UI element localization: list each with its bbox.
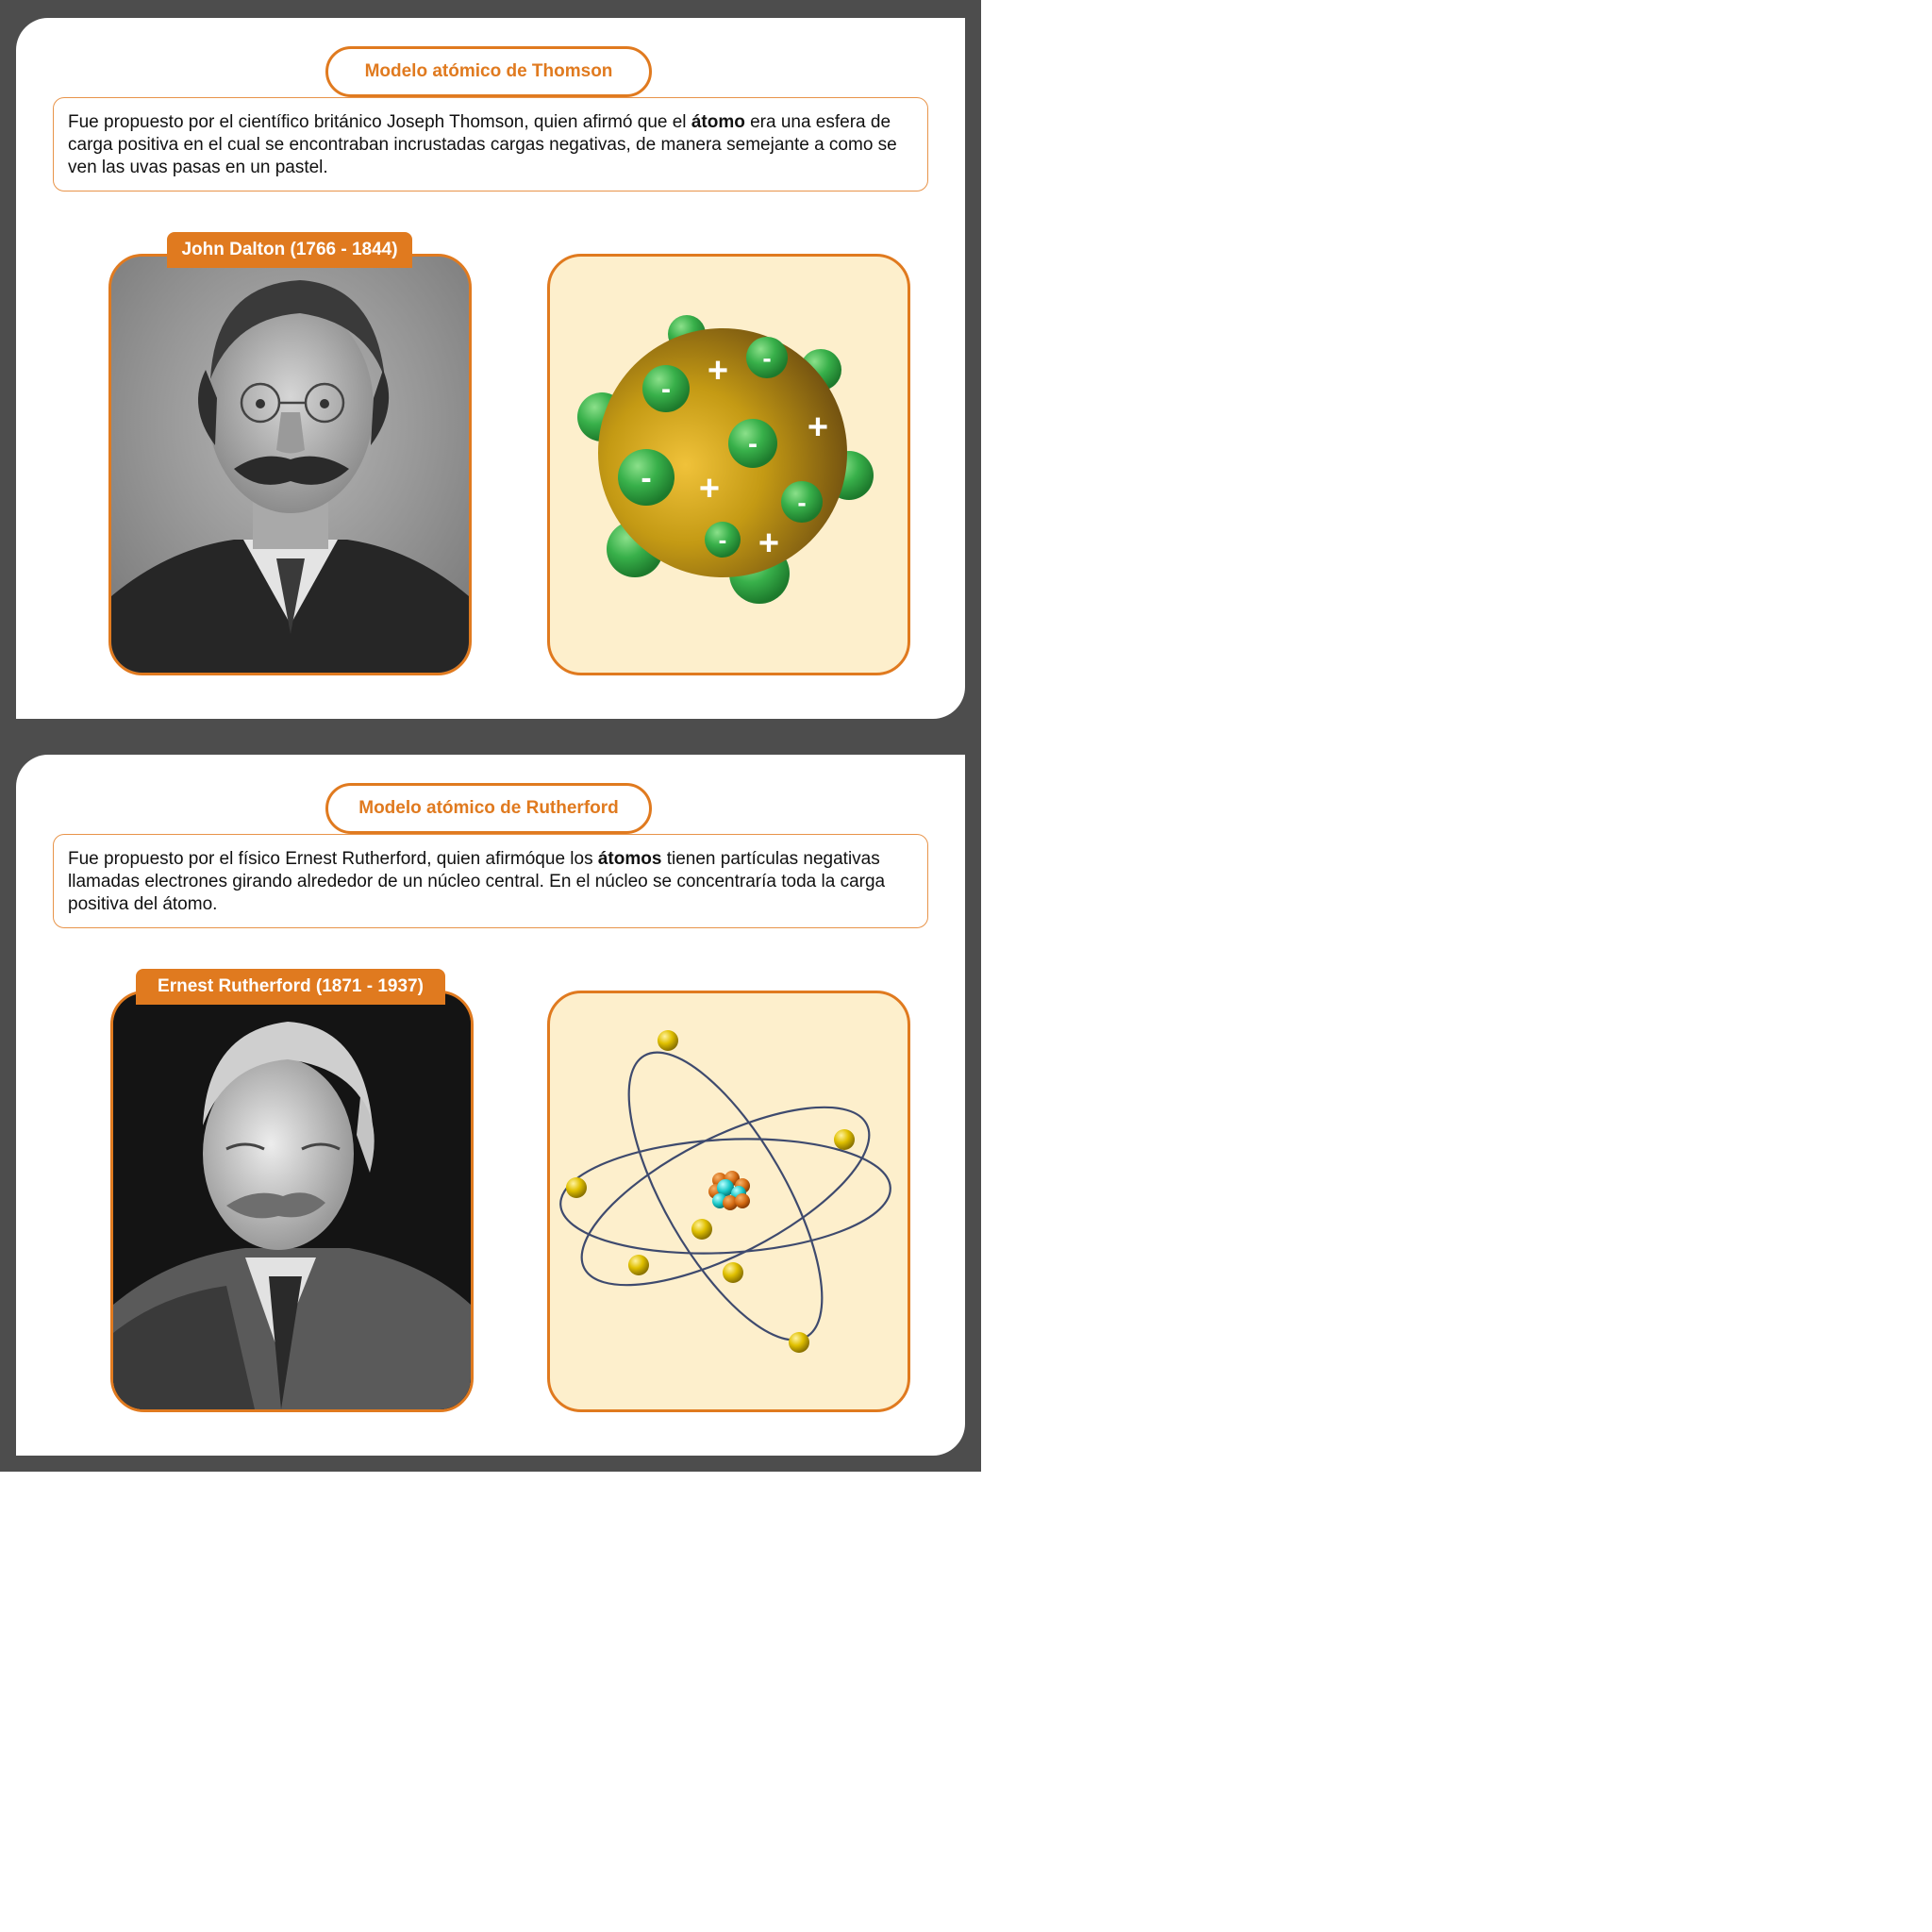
- embedded-electron: -: [618, 449, 675, 506]
- svg-text:-: -: [661, 374, 671, 405]
- rutherford-photo-label: Ernest Rutherford (1871 - 1937): [136, 969, 445, 1005]
- plum-pudding-diagram: - - - - - - + + + +: [577, 315, 874, 604]
- svg-text:-: -: [748, 428, 758, 459]
- rutherford-portrait-image: [113, 993, 471, 1409]
- rutherford-card: Modelo atómico de Rutherford Fue propues…: [16, 755, 965, 1456]
- thomson-description: Fue propuesto por el científico británic…: [53, 97, 928, 192]
- rutherford-desc-bold: átomos: [597, 849, 662, 869]
- embedded-electron: -: [746, 337, 788, 378]
- electron: [723, 1262, 743, 1283]
- positive-charge-sign: +: [808, 408, 828, 447]
- thomson-model-illustration: - - - - - - + + + +: [547, 254, 910, 675]
- thomson-portrait: [108, 254, 472, 675]
- thomson-portrait-image: [111, 257, 469, 673]
- embedded-electron: -: [781, 481, 823, 523]
- nuclear-atom-diagram: [559, 1030, 891, 1353]
- page-frame: Modelo atómico de Thomson Fue propuesto …: [0, 0, 981, 1472]
- positive-charge-sign: +: [758, 524, 779, 563]
- positive-charge-sign: +: [708, 351, 728, 391]
- svg-text:-: -: [719, 525, 727, 554]
- rutherford-desc-text-1: Fue propuesto por el físico Ernest Ruthe…: [68, 849, 598, 869]
- rutherford-title: Modelo atómico de Rutherford: [325, 783, 652, 834]
- embedded-electron: -: [642, 365, 690, 412]
- thomson-photo-label: John Dalton (1766 - 1844): [167, 232, 412, 268]
- electron: [566, 1177, 587, 1198]
- electron: [789, 1332, 809, 1353]
- thomson-title: Modelo atómico de Thomson: [325, 46, 652, 97]
- thomson-desc-bold: átomo: [691, 112, 745, 132]
- rutherford-description: Fue propuesto por el físico Ernest Ruthe…: [53, 834, 928, 928]
- electron: [628, 1255, 649, 1275]
- electron: [834, 1129, 855, 1150]
- rutherford-portrait: [110, 991, 474, 1412]
- thomson-desc-text-1: Fue propuesto por el científico británic…: [68, 112, 691, 132]
- thomson-card: Modelo atómico de Thomson Fue propuesto …: [16, 18, 965, 719]
- embedded-electron: -: [728, 419, 777, 468]
- electron: [658, 1030, 678, 1051]
- electron: [691, 1219, 712, 1240]
- svg-text:-: -: [797, 488, 806, 517]
- positive-charge-sign: +: [699, 469, 720, 508]
- embedded-electron: -: [705, 522, 741, 558]
- svg-text:-: -: [641, 460, 651, 496]
- nucleus: [708, 1171, 750, 1210]
- rutherford-model-illustration: [547, 991, 910, 1412]
- svg-text:-: -: [762, 343, 771, 373]
